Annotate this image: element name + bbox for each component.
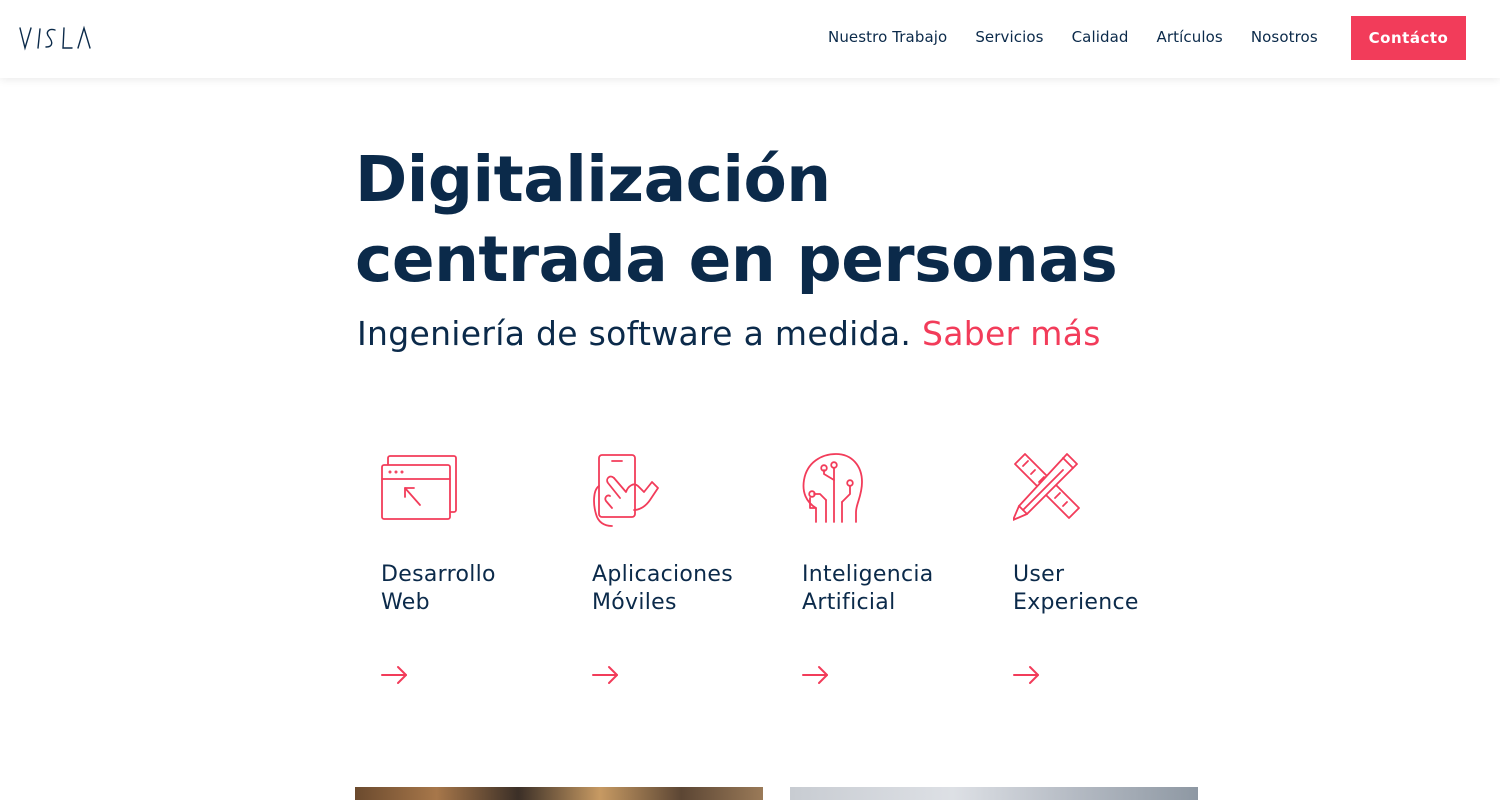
service-label: Inteligencia Artificial bbox=[802, 561, 1002, 617]
service-user-experience[interactable]: User Experience bbox=[1013, 452, 1213, 684]
service-label: Desarrollo Web bbox=[381, 561, 581, 617]
visla-logo[interactable] bbox=[18, 24, 94, 52]
site-header: Nuestro Trabajo Servicios Calidad Artícu… bbox=[0, 0, 1500, 78]
contact-button[interactable]: Contácto bbox=[1351, 16, 1466, 60]
service-label-line-2: Artificial bbox=[802, 590, 896, 615]
service-label-line-1: Desarrollo bbox=[381, 562, 496, 587]
service-label-line-1: User bbox=[1013, 562, 1065, 587]
service-label-line-2: Móviles bbox=[592, 590, 677, 615]
service-aplicaciones-moviles[interactable]: Aplicaciones Móviles bbox=[592, 452, 792, 684]
browser-window-cursor-icon bbox=[381, 455, 457, 520]
service-desarrollo-web[interactable]: Desarrollo Web bbox=[381, 452, 581, 684]
hero-title-line-2: centrada en personas bbox=[355, 223, 1118, 296]
arrow-right-icon[interactable] bbox=[592, 665, 620, 685]
hero-subtitle: Ingeniería de software a medida. Saber m… bbox=[357, 314, 1101, 353]
nav-articulos[interactable]: Artículos bbox=[1157, 28, 1223, 46]
nav-nuestro-trabajo[interactable]: Nuestro Trabajo bbox=[828, 28, 947, 46]
service-label-line-1: Inteligencia bbox=[802, 562, 934, 587]
arrow-right-icon[interactable] bbox=[381, 665, 409, 685]
nav-calidad[interactable]: Calidad bbox=[1072, 28, 1129, 46]
saber-mas-link[interactable]: Saber más bbox=[922, 314, 1101, 353]
service-label-line-2: Experience bbox=[1013, 590, 1139, 615]
service-label-line-1: Aplicaciones bbox=[592, 562, 734, 587]
project-image-office[interactable] bbox=[355, 787, 763, 800]
hero-title: Digitalización centrada en personas bbox=[355, 140, 1255, 300]
service-label-line-2: Web bbox=[381, 590, 430, 615]
nav-nosotros[interactable]: Nosotros bbox=[1251, 28, 1318, 46]
hero-title-line-1: Digitalización bbox=[355, 143, 831, 216]
pencil-ruler-icon bbox=[1013, 453, 1080, 521]
arrow-right-icon[interactable] bbox=[1013, 665, 1041, 685]
service-inteligencia-artificial[interactable]: Inteligencia Artificial bbox=[802, 452, 1002, 684]
main-nav: Nuestro Trabajo Servicios Calidad Artícu… bbox=[828, 28, 1318, 46]
nav-servicios[interactable]: Servicios bbox=[975, 28, 1043, 46]
brain-circuit-head-icon bbox=[802, 453, 863, 523]
arrow-right-icon[interactable] bbox=[802, 665, 830, 685]
service-label: Aplicaciones Móviles bbox=[592, 561, 792, 617]
project-image-mountains[interactable] bbox=[790, 787, 1198, 800]
hand-smartphone-icon bbox=[593, 454, 659, 527]
service-label: User Experience bbox=[1013, 561, 1213, 617]
hero-subtitle-text: Ingeniería de software a medida. bbox=[357, 314, 912, 353]
